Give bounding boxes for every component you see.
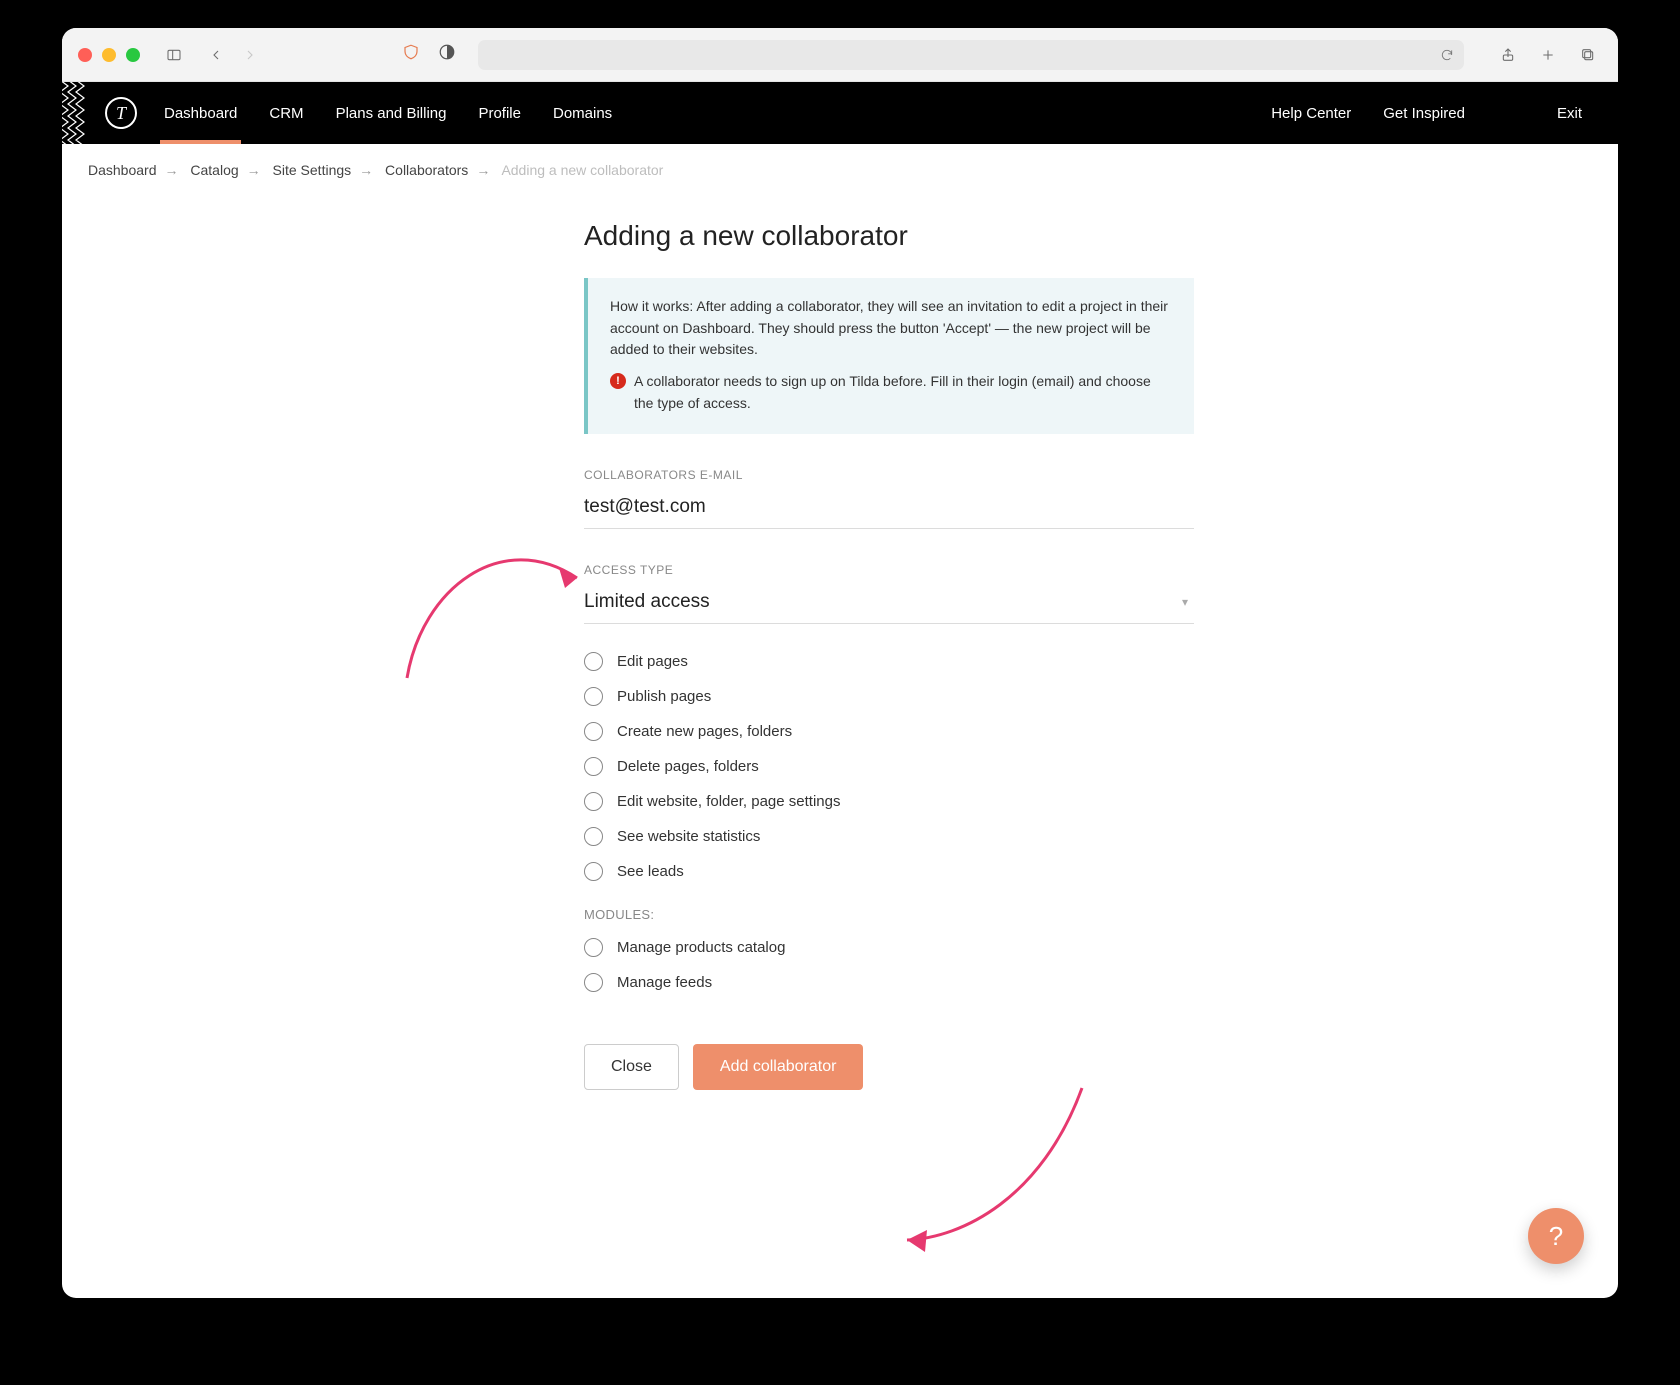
permission-item[interactable]: See website statistics <box>584 827 1194 846</box>
reload-icon[interactable] <box>1440 48 1454 62</box>
nav-help-center[interactable]: Help Center <box>1255 105 1367 122</box>
nav-exit[interactable]: Exit <box>1541 105 1598 122</box>
share-icon[interactable] <box>1494 41 1522 69</box>
radio-icon[interactable] <box>584 687 603 706</box>
page-title: Adding a new collaborator <box>584 220 1194 252</box>
radio-icon[interactable] <box>584 827 603 846</box>
permission-label: Publish pages <box>617 688 711 705</box>
permission-item[interactable]: Edit pages <box>584 652 1194 671</box>
browser-window: T Dashboard CRM Plans and Billing Profil… <box>62 28 1618 1298</box>
window-controls <box>78 48 140 62</box>
access-type-select[interactable] <box>584 585 1194 624</box>
module-label: Manage feeds <box>617 974 712 991</box>
crumb-collaborators[interactable]: Collaborators <box>385 162 468 178</box>
radio-icon[interactable] <box>584 862 603 881</box>
address-bar[interactable] <box>478 40 1464 70</box>
nav-crm[interactable]: CRM <box>253 82 319 144</box>
add-collaborator-button[interactable]: Add collaborator <box>693 1044 864 1090</box>
main-nav: Dashboard CRM Plans and Billing Profile … <box>148 82 628 144</box>
permission-item[interactable]: Publish pages <box>584 687 1194 706</box>
radio-icon[interactable] <box>584 938 603 957</box>
shield-icon[interactable] <box>402 43 420 66</box>
help-fab[interactable]: ? <box>1528 1208 1584 1264</box>
crumb-catalog[interactable]: Catalog <box>190 162 238 178</box>
email-field[interactable] <box>584 490 1194 529</box>
nav-plans[interactable]: Plans and Billing <box>320 82 463 144</box>
permission-label: Create new pages, folders <box>617 723 792 740</box>
permission-item[interactable]: Create new pages, folders <box>584 722 1194 741</box>
nav-get-inspired[interactable]: Get Inspired <box>1367 105 1481 122</box>
maximize-window-icon[interactable] <box>126 48 140 62</box>
permission-label: Edit pages <box>617 653 688 670</box>
browser-titlebar <box>62 28 1618 82</box>
access-type-label: ACCESS TYPE <box>584 563 1194 577</box>
sidebar-toggle-icon[interactable] <box>160 41 188 69</box>
main-content: Adding a new collaborator How it works: … <box>584 196 1194 1150</box>
radio-icon[interactable] <box>584 792 603 811</box>
crumb-dashboard[interactable]: Dashboard <box>88 162 157 178</box>
close-window-icon[interactable] <box>78 48 92 62</box>
breadcrumb: Dashboard→ Catalog→ Site Settings→ Colla… <box>62 144 1618 196</box>
brand-pattern <box>62 82 94 144</box>
permission-label: See website statistics <box>617 828 760 845</box>
info-warning: A collaborator needs to sign up on Tilda… <box>634 371 1172 414</box>
minimize-window-icon[interactable] <box>102 48 116 62</box>
nav-profile[interactable]: Profile <box>462 82 537 144</box>
radio-icon[interactable] <box>584 757 603 776</box>
crumb-site-settings[interactable]: Site Settings <box>273 162 352 178</box>
annotation-arrow <box>362 498 622 703</box>
contrast-icon[interactable] <box>438 43 456 66</box>
permission-item[interactable]: See leads <box>584 862 1194 881</box>
modules-label: MODULES: <box>584 907 1194 922</box>
module-item[interactable]: Manage feeds <box>584 973 1194 992</box>
logo[interactable]: T <box>94 97 148 129</box>
forward-icon[interactable] <box>236 41 264 69</box>
radio-icon[interactable] <box>584 973 603 992</box>
new-tab-icon[interactable] <box>1534 41 1562 69</box>
permission-label: Delete pages, folders <box>617 758 759 775</box>
permission-label: Edit website, folder, page settings <box>617 793 840 810</box>
permission-label: See leads <box>617 863 684 880</box>
module-item[interactable]: Manage products catalog <box>584 938 1194 957</box>
nav-dashboard[interactable]: Dashboard <box>148 82 253 144</box>
close-button[interactable]: Close <box>584 1044 679 1090</box>
tabs-icon[interactable] <box>1574 41 1602 69</box>
info-box: How it works: After adding a collaborato… <box>584 278 1194 434</box>
secondary-nav: Help Center Get Inspired Exit <box>1255 82 1618 144</box>
permission-list: Edit pages Publish pages Create new page… <box>584 652 1194 881</box>
action-bar: Close Add collaborator <box>584 1044 1194 1090</box>
info-text: After adding a collaborator, they will s… <box>610 298 1168 357</box>
permission-item[interactable]: Delete pages, folders <box>584 757 1194 776</box>
radio-icon[interactable] <box>584 652 603 671</box>
app-header: T Dashboard CRM Plans and Billing Profil… <box>62 82 1618 144</box>
warning-icon: ! <box>610 373 626 389</box>
info-title: How it works: <box>610 298 693 314</box>
nav-domains[interactable]: Domains <box>537 82 628 144</box>
crumb-current: Adding a new collaborator <box>501 162 663 178</box>
module-label: Manage products catalog <box>617 939 785 956</box>
permission-item[interactable]: Edit website, folder, page settings <box>584 792 1194 811</box>
radio-icon[interactable] <box>584 722 603 741</box>
email-label: COLLABORATORS E-MAIL <box>584 468 1194 482</box>
question-icon: ? <box>1549 1221 1563 1252</box>
back-icon[interactable] <box>202 41 230 69</box>
